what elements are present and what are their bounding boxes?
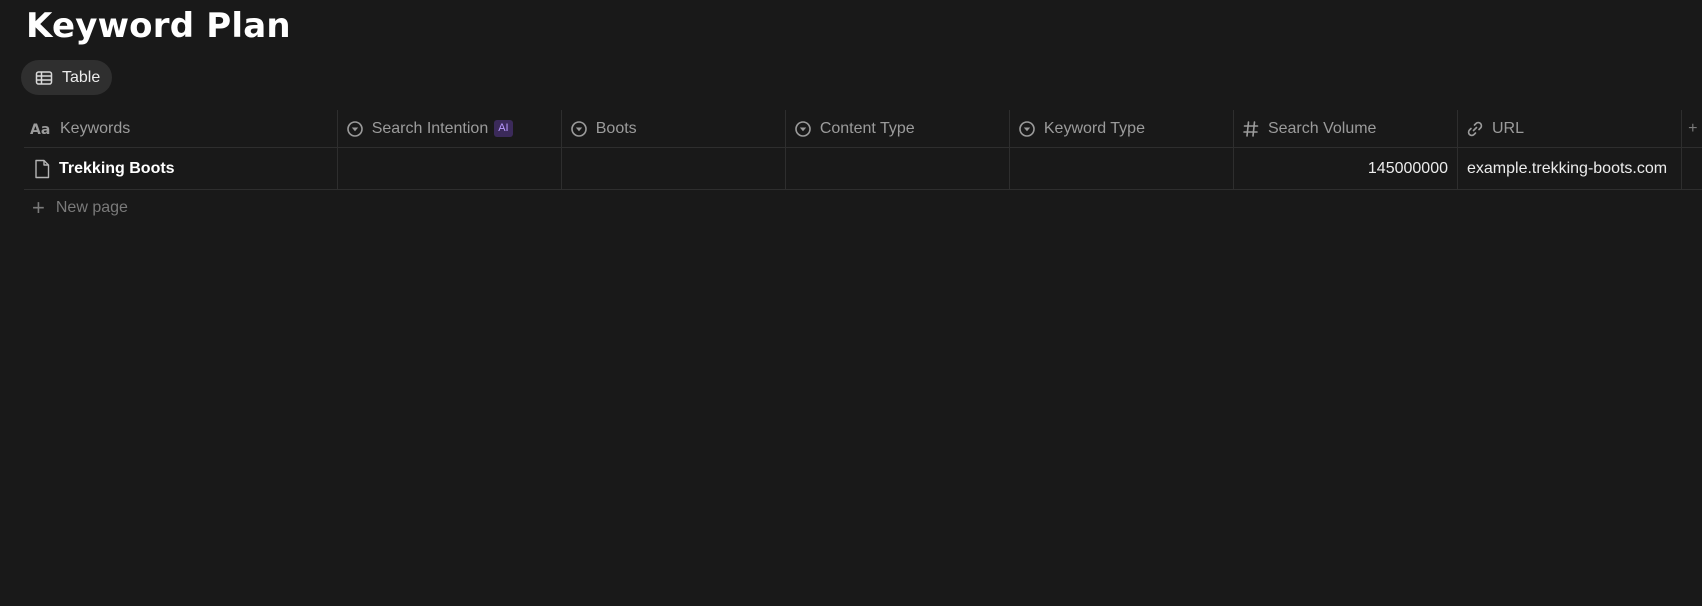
- cell-boots[interactable]: [562, 148, 786, 189]
- cell-content-type[interactable]: [786, 148, 1010, 189]
- text-property-icon: Aa: [30, 120, 52, 138]
- page-icon: [33, 159, 51, 178]
- select-property-icon: [570, 120, 588, 138]
- table-icon: [35, 69, 53, 87]
- cell-keyword-type[interactable]: [1010, 148, 1234, 189]
- new-page-button[interactable]: + New page: [32, 195, 128, 220]
- url-link[interactable]: example.trekking-boots.com: [1458, 160, 1667, 178]
- cell-url[interactable]: example.trekking-boots.com: [1458, 148, 1683, 189]
- page-title-link[interactable]: Trekking Boots: [59, 160, 175, 178]
- table-row[interactable]: Trekking Boots 145000000 example.trekkin…: [24, 148, 1702, 190]
- column-header-url[interactable]: URL: [1458, 110, 1683, 147]
- database-table: Aa Keywords Search Intention AI Boots Co…: [24, 110, 1702, 190]
- new-page-label: New page: [55, 199, 128, 216]
- view-tab-label: Table: [62, 68, 101, 86]
- row-end-cell: [1682, 148, 1702, 189]
- column-header-label: Boots: [595, 119, 637, 137]
- ai-badge[interactable]: AI: [494, 120, 513, 137]
- column-header-keyword-type[interactable]: Keyword Type: [1010, 110, 1234, 147]
- page: Keyword Plan Table Aa Keywords Search In…: [0, 0, 1702, 606]
- cell-search-volume[interactable]: 145000000: [1234, 148, 1458, 189]
- table-header-row: Aa Keywords Search Intention AI Boots Co…: [24, 110, 1702, 148]
- link-property-icon: [1466, 120, 1484, 138]
- column-header-content-type[interactable]: Content Type: [786, 110, 1010, 147]
- column-header-keywords[interactable]: Aa Keywords: [24, 110, 338, 147]
- plus-icon: +: [32, 195, 45, 220]
- view-tab-table[interactable]: Table: [21, 60, 112, 95]
- column-header-search-intention[interactable]: Search Intention AI: [338, 110, 562, 147]
- select-property-icon: [1018, 120, 1036, 138]
- search-volume-value: 145000000: [1367, 159, 1448, 177]
- column-header-label: Search Volume: [1267, 119, 1377, 137]
- svg-text:Aa: Aa: [30, 122, 50, 138]
- column-header-search-volume[interactable]: Search Volume: [1234, 110, 1458, 147]
- column-header-boots[interactable]: Boots: [562, 110, 786, 147]
- cell-search-intention[interactable]: [338, 148, 562, 189]
- column-header-label: Content Type: [819, 119, 915, 137]
- number-property-icon: [1242, 120, 1260, 138]
- page-title[interactable]: Keyword Plan: [26, 6, 291, 46]
- add-column-button[interactable]: +: [1682, 110, 1702, 147]
- column-header-label: Search Intention: [371, 119, 489, 137]
- select-property-icon: [794, 120, 812, 138]
- select-property-icon: [346, 120, 364, 138]
- column-header-label: Keyword Type: [1043, 119, 1145, 137]
- column-header-label: URL: [1492, 119, 1525, 137]
- column-header-label: Keywords: [60, 119, 131, 137]
- cell-keywords[interactable]: Trekking Boots: [24, 148, 338, 189]
- plus-icon: +: [1688, 119, 1698, 137]
